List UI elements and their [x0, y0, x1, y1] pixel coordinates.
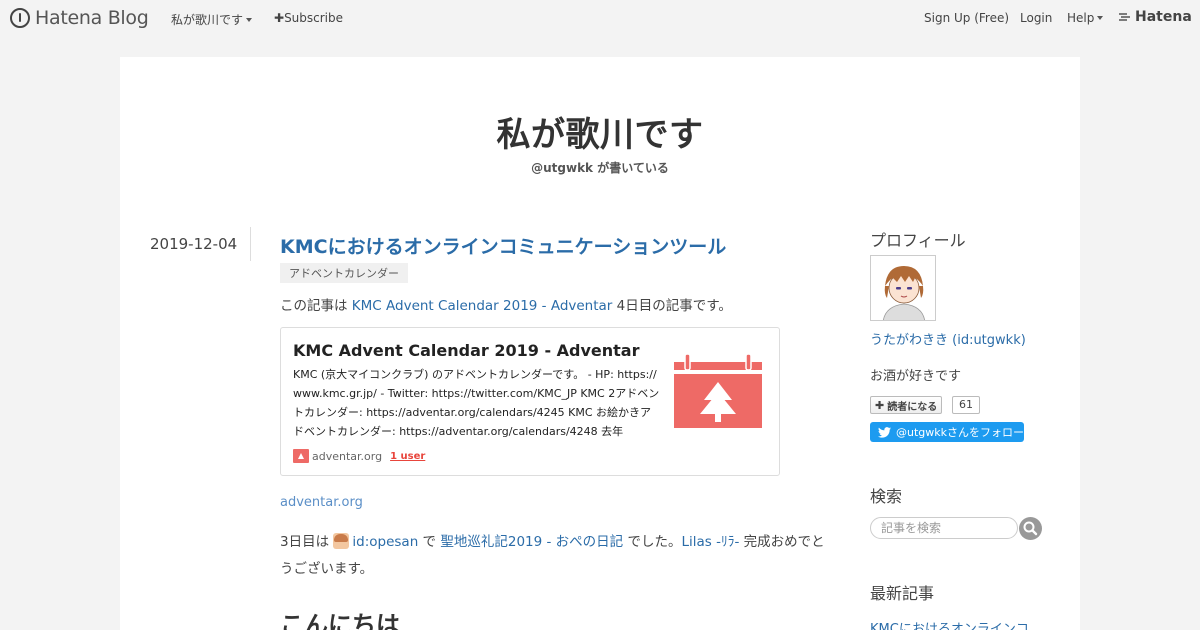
- logo-text: Hatena Blog: [35, 7, 149, 29]
- intro-text-before: この記事は: [280, 298, 352, 314]
- login-link[interactable]: Login: [1020, 11, 1052, 25]
- search-input[interactable]: [870, 517, 1018, 539]
- twitter-bird-icon: [878, 426, 891, 438]
- calendar-tree-icon: [674, 353, 762, 428]
- embed-domain[interactable]: adventar.org: [312, 450, 382, 463]
- hatena-label: Hatena: [1135, 9, 1192, 25]
- profile-name-link[interactable]: うたがわきき (id:utgwkk): [870, 329, 1026, 348]
- embed-footer: adventar.org 1 user: [293, 449, 425, 463]
- embed-card[interactable]: KMC Advent Calendar 2019 - Adventar KMC …: [280, 327, 780, 476]
- recent-heading: 最新記事: [870, 584, 935, 603]
- p2-text-mid: で: [418, 534, 441, 550]
- intro-paragraph: この記事は KMC Advent Calendar 2019 - Adventa…: [280, 294, 732, 314]
- plus-icon: ✚: [274, 11, 285, 25]
- blog-description: @utgwkk が書いている: [531, 161, 669, 175]
- entry-title[interactable]: KMCにおけるオンラインコミュニケーションツール: [280, 232, 726, 259]
- blog-title[interactable]: 私が歌川です: [120, 107, 1080, 156]
- lilas-link[interactable]: Lilas -ﾘﾗ-: [681, 534, 739, 550]
- subscriber-count[interactable]: 61: [952, 396, 980, 414]
- prev-day-paragraph: 3日目は id:opesan で 聖地巡礼記2019 - おぺの日記 でした。L…: [280, 529, 832, 583]
- intro-text-after: 4日目の記事です。: [612, 298, 732, 314]
- profile-avatar[interactable]: [870, 255, 936, 321]
- adventar-favicon-icon: [293, 449, 309, 463]
- profile-description: お酒が好きです: [870, 369, 962, 384]
- twitter-follow-label: @utgwkkさんをフォロー: [896, 426, 1025, 439]
- subscribe-label: Subscribe: [284, 11, 344, 25]
- category-tag[interactable]: アドベントカレンダー: [280, 263, 408, 283]
- p2-text-mid2: でした。: [623, 534, 682, 550]
- p2-text-before: 3日目は: [280, 534, 334, 550]
- blog-menu-label: 私が歌川です: [171, 13, 244, 27]
- advent-calendar-link[interactable]: KMC Advent Calendar 2019 - Adventar: [352, 298, 613, 314]
- reader-subscribe-label: 読者になる: [887, 401, 938, 413]
- source-link[interactable]: adventar.org: [280, 495, 363, 510]
- bookmark-users-count[interactable]: 1 user: [390, 451, 425, 462]
- content-panel: 私が歌川です @utgwkk が書いている 2019-12-04 KMCにおける…: [120, 57, 1080, 630]
- prev-article-link[interactable]: 聖地巡礼記2019 - おぺの日記: [440, 534, 623, 550]
- embed-title[interactable]: KMC Advent Calendar 2019 - Adventar: [293, 341, 640, 360]
- twitter-follow-button[interactable]: @utgwkkさんをフォロー: [870, 422, 1024, 442]
- entry-date[interactable]: 2019-12-04: [150, 235, 237, 253]
- embed-description: KMC (京大マイコンクラブ) のアドベントカレンダーです。 - HP: htt…: [293, 368, 660, 438]
- search-button[interactable]: [1019, 517, 1042, 540]
- user-avatar-icon: [333, 533, 350, 549]
- hatena-mark-icon: [1119, 13, 1130, 21]
- help-menu[interactable]: Help: [1067, 11, 1104, 25]
- search-icon: [1023, 521, 1038, 536]
- hatena-link[interactable]: Hatena: [1118, 9, 1192, 25]
- subscribe-button[interactable]: ✚Subscribe: [274, 11, 343, 25]
- user-link-opesan[interactable]: id:opesan: [352, 534, 418, 550]
- chevron-down-icon: [1097, 16, 1104, 20]
- date-divider: [250, 227, 251, 261]
- help-label: Help: [1067, 11, 1095, 25]
- avatar-illustration-icon: [871, 256, 935, 320]
- profile-heading: プロフィール: [870, 231, 966, 250]
- signup-link[interactable]: Sign Up (Free): [924, 11, 1009, 25]
- chevron-down-icon: [246, 18, 253, 22]
- global-header: Hatena Blog 私が歌川です ✚Subscribe Sign Up (F…: [0, 0, 1200, 36]
- section-heading: こんにちは: [280, 611, 400, 630]
- reader-subscribe-button[interactable]: ✚ 読者になる: [870, 396, 943, 414]
- search-heading: 検索: [870, 487, 903, 506]
- plus-icon: ✚: [875, 398, 885, 412]
- hatena-blog-logo[interactable]: Hatena Blog: [10, 7, 149, 29]
- blog-menu-button[interactable]: 私が歌川です: [171, 11, 253, 28]
- hatena-logo-icon: [10, 8, 30, 28]
- recent-entry-link[interactable]: KMCにおけるオンラインコ: [870, 618, 1029, 630]
